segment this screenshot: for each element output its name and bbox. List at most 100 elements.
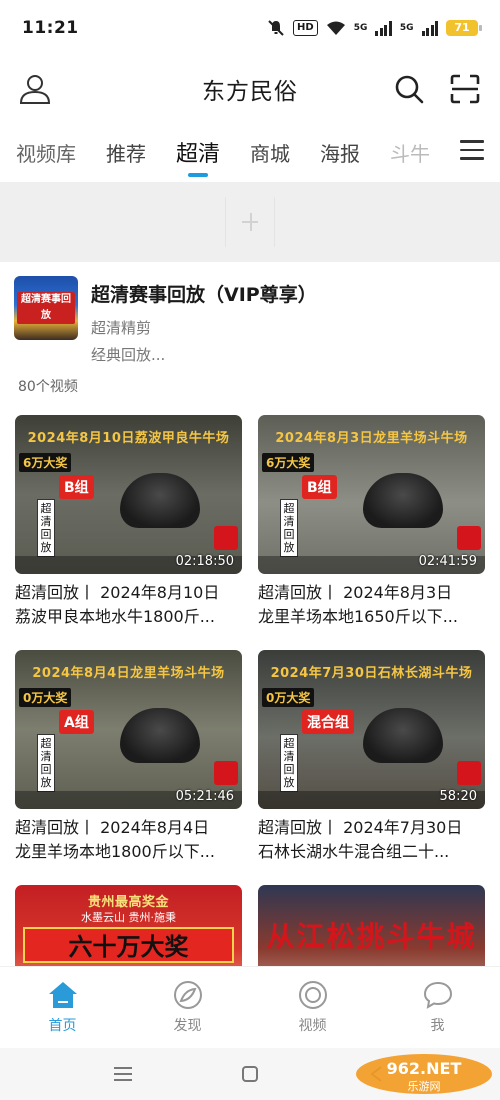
video-thumbnail[interactable]: 2024年7月30日石林长湖斗牛场 0万大奖 混合组 超清回放 58:20 [258,650,485,809]
scan-icon [450,74,480,104]
bull-logo-icon [457,761,481,785]
battery-icon: 71 [446,20,482,36]
album-text: 超清赛事回放（VIP尊享） 超清精剪 经典回放... [91,276,317,364]
home-icon [48,982,77,1008]
category-tabs: 视频库 推荐 超清 商城 海报 斗牛 [0,122,500,182]
scan-button[interactable] [448,72,482,106]
tab-video-library[interactable]: 视频库 [16,138,76,167]
profile-button[interactable] [18,72,52,106]
chat-icon [423,981,452,1009]
video-title-line2: 龙里羊场本地1650斤以下... [258,607,458,626]
watermark-logo: 962.NET 乐游网 [354,1052,494,1096]
nav-home-label: 首页 [48,1018,77,1034]
recent-apps-icon[interactable] [111,1064,135,1084]
nav-discover[interactable]: 发现 [125,967,250,1048]
thumb-title: 2024年8月10日荔波甲良牛牛场 [27,431,230,446]
video-title-line2: 龙里羊场本地1800斤以下... [15,842,215,861]
nav-video-label: 视频 [298,1018,327,1034]
replay-label: 超清回放 [280,499,298,557]
video-title-line1: 超清回放丨 2024年8月10日 [15,583,220,602]
nav-home[interactable]: 首页 [0,967,125,1048]
bull-logo-icon [457,526,481,550]
video-title-line1: 超清回放丨 2024年7月30日 [258,818,463,837]
discover-icon [173,981,202,1009]
video-title[interactable]: 超清回放丨 2024年8月10日 荔波甲良本地水牛1800斤... [15,581,242,629]
video-title[interactable]: 超清回放丨 2024年8月3日 龙里羊场本地1650斤以下... [258,581,485,629]
signal-icon-1 [375,20,392,36]
bull-image [363,473,443,528]
bull-image [120,473,200,528]
app-header: 东方民俗 [0,56,500,122]
replay-label: 超清回放 [280,734,298,792]
video-thumbnail[interactable]: 2024年8月10日荔波甲良牛牛场 6万大奖 B组 超清回放 02:18:50 [15,415,242,574]
thumb-title: 2024年7月30日石林长湖斗牛场 [270,666,473,681]
album-cover: 超清赛事回放 [14,276,78,340]
bottom-nav: 首页 发现 视频 我 [0,966,500,1048]
svg-text:乐游网: 乐游网 [408,1080,441,1093]
wifi-icon [326,21,345,35]
bull-image [120,708,200,763]
search-icon [395,75,424,104]
video-title-line2: 荔波甲良本地水牛1800斤... [15,607,215,626]
group-label: A组 [59,710,94,734]
nav-discover-label: 发现 [173,1018,202,1034]
bull-logo-icon [214,526,238,550]
nav-video[interactable]: 视频 [250,967,375,1048]
video-duration: 05:21:46 [175,789,234,804]
video-card[interactable]: 2024年8月3日龙里羊场斗牛场 6万大奖 B组 超清回放 02:41:59 超… [258,415,485,629]
album-description: 经典回放... [91,346,166,364]
group-label: 混合组 [302,710,354,734]
menu-icon[interactable] [460,140,484,162]
video-card[interactable]: 2024年8月4日龙里羊场斗牛场 0万大奖 A组 超清回放 05:21:46 超… [15,650,242,864]
banner-placeholder[interactable] [0,182,500,262]
tab-bullfight[interactable]: 斗牛 [390,138,430,167]
group-label: B组 [302,475,337,499]
home-button-icon[interactable] [238,1064,262,1084]
thumb-title: 贵州最高奖金 [87,895,169,910]
video-duration: 58:20 [439,789,477,804]
mute-bell-icon [268,20,284,36]
thumb-big-title: 从江松挑斗牛城 [266,920,477,953]
watermark-icon: 962.NET 乐游网 [356,1054,492,1094]
video-thumbnail[interactable]: 2024年8月4日龙里羊场斗牛场 0万大奖 A组 超清回放 05:21:46 [15,650,242,809]
video-title-line1: 超清回放丨 2024年8月3日 [258,583,453,602]
thumb-title: 2024年8月3日龙里羊场斗牛场 [275,431,468,446]
video-duration: 02:41:59 [418,554,477,569]
prize-label: 6万大奖 [19,453,72,472]
bull-image [363,708,443,763]
net-label-2: 5G [399,23,414,33]
group-label: B组 [59,475,94,499]
nav-me-label: 我 [430,1018,445,1034]
status-bar: 11:21 HD 5G 5G 71 [0,0,500,56]
video-thumbnail[interactable]: 2024年8月3日龙里羊场斗牛场 6万大奖 B组 超清回放 02:41:59 [258,415,485,574]
status-time: 11:21 [22,18,79,38]
video-title[interactable]: 超清回放丨 2024年8月4日 龙里羊场本地1800斤以下... [15,816,242,864]
tab-hd[interactable]: 超清 [176,136,220,168]
thumb-subtitle: 水墨云山 贵州·施秉 [81,911,176,924]
video-duration: 02:18:50 [175,554,234,569]
replay-label: 超清回放 [37,734,55,792]
tab-poster[interactable]: 海报 [320,138,360,167]
tab-recommend[interactable]: 推荐 [106,138,146,167]
tab-shop[interactable]: 商城 [250,138,290,167]
video-icon [298,981,327,1009]
user-icon [19,75,51,104]
album-cover-text: 超清赛事回放 [17,292,75,324]
hd-badge: HD [293,20,318,36]
plus-icon [225,197,275,247]
video-card[interactable]: 2024年8月10日荔波甲良牛牛场 6万大奖 B组 超清回放 02:18:50 … [15,415,242,629]
signal-icon-2 [421,20,438,36]
search-button[interactable] [392,72,426,106]
video-card[interactable]: 2024年7月30日石林长湖斗牛场 0万大奖 混合组 超清回放 58:20 超清… [258,650,485,864]
video-count: 80个视频 [18,379,78,395]
video-title[interactable]: 超清回放丨 2024年7月30日 石林长湖水牛混合组二十... [258,816,485,864]
album-subtitle: 超清精剪 [91,319,152,337]
replay-label: 超清回放 [37,499,55,557]
prize-label: 0万大奖 [262,688,315,707]
prize-banner: 六十万大奖 [23,927,234,963]
nav-me[interactable]: 我 [375,967,500,1048]
video-title-line1: 超清回放丨 2024年8月4日 [15,818,210,837]
album-title: 超清赛事回放（VIP尊享） [91,284,317,306]
video-title-line2: 石林长湖水牛混合组二十... [258,842,450,861]
album-info[interactable]: 超清赛事回放 超清赛事回放（VIP尊享） 超清精剪 经典回放... [14,276,486,364]
